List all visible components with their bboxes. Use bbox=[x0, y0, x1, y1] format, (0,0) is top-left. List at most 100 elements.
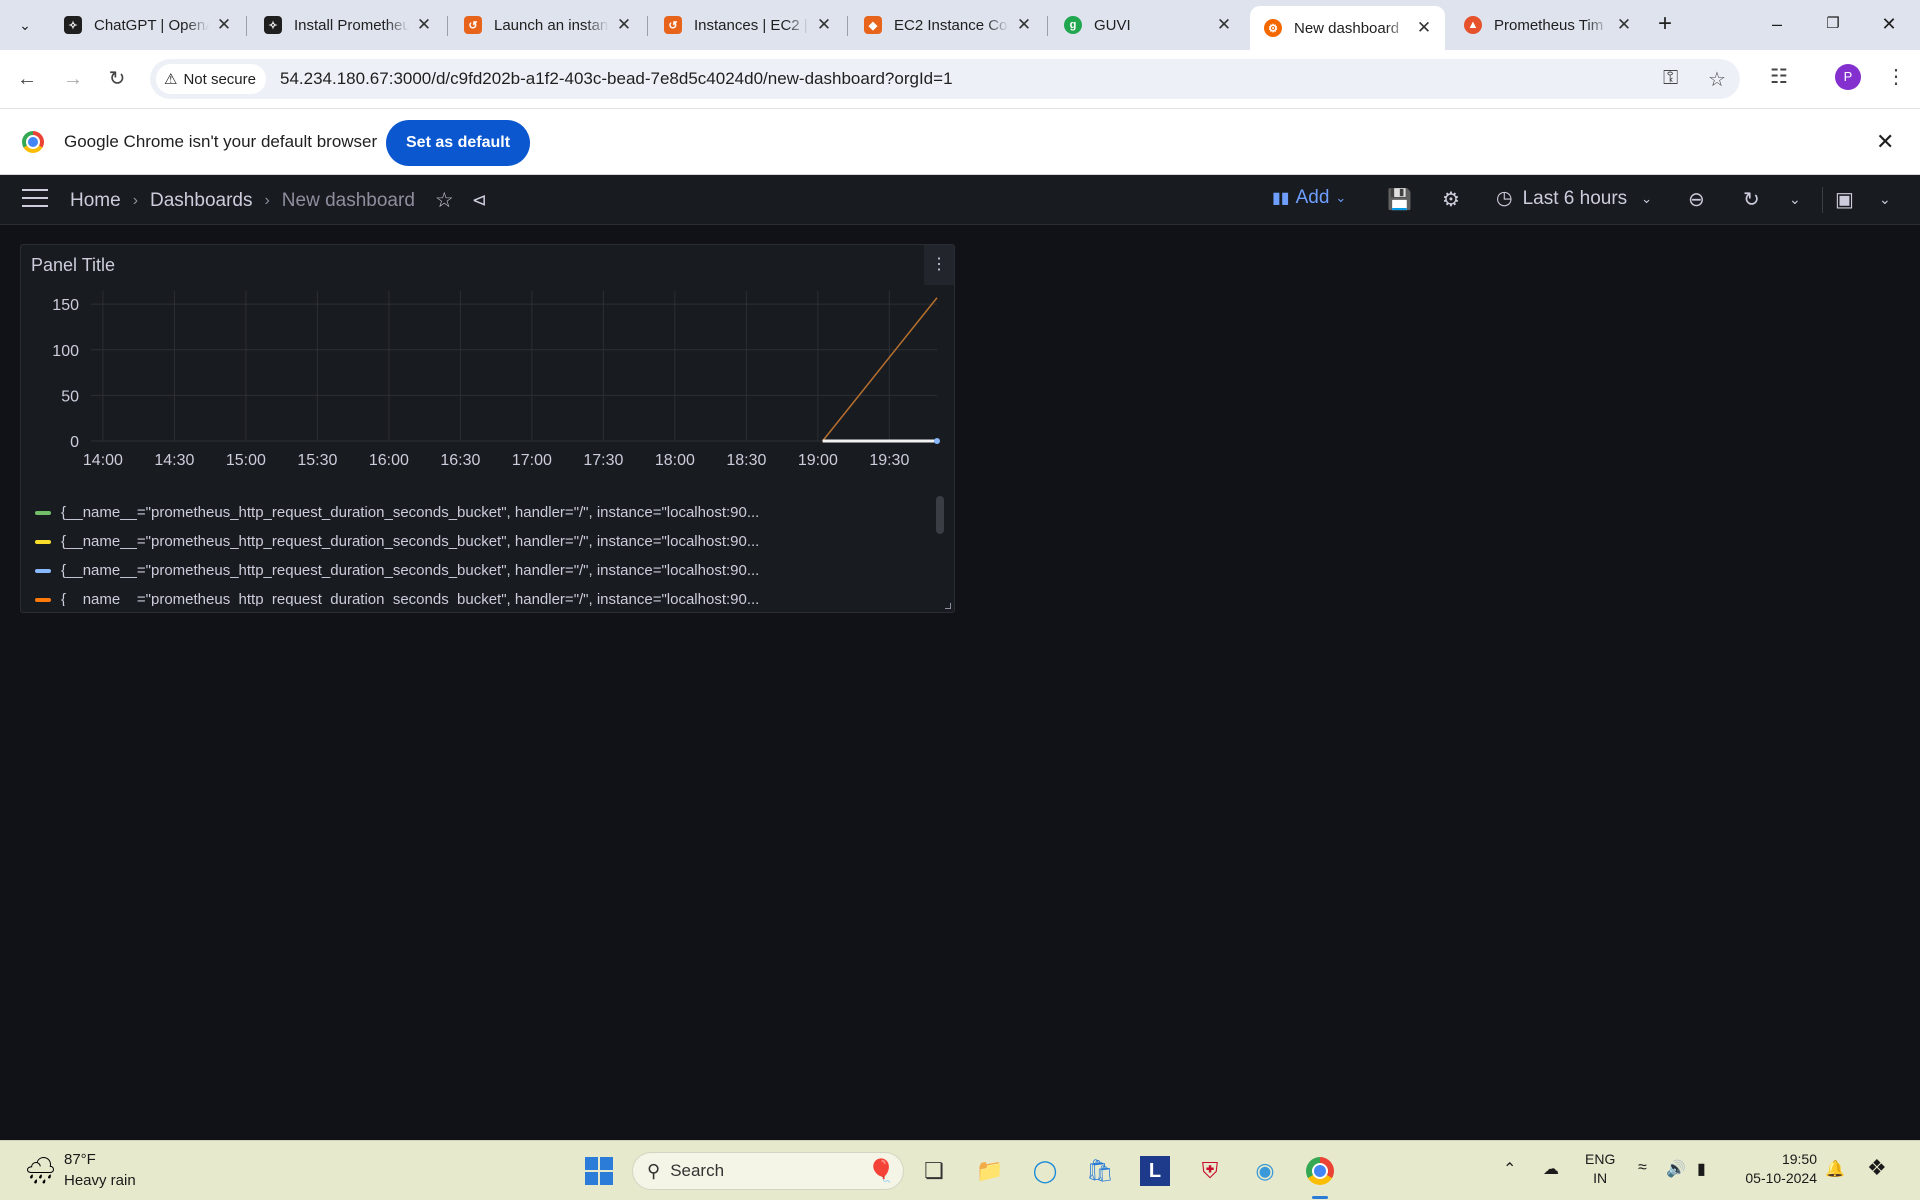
mcafee-shield-icon[interactable]: ⛨ bbox=[1193, 1154, 1227, 1188]
app-globe-icon[interactable]: ◉ bbox=[1248, 1154, 1282, 1188]
reload-icon[interactable]: ↻ bbox=[102, 64, 132, 94]
battery-icon[interactable]: ▮ bbox=[1697, 1159, 1706, 1179]
legend-scrollbar[interactable] bbox=[936, 496, 944, 534]
onedrive-cloud-icon[interactable]: ☁ bbox=[1543, 1159, 1559, 1179]
favorite-star-icon[interactable]: ☆ bbox=[435, 188, 454, 213]
settings-gear-icon[interactable]: ⚙ bbox=[1442, 187, 1460, 212]
chrome-logo-icon bbox=[22, 131, 44, 153]
browser-menu-kebab-icon[interactable]: ⋮ bbox=[1886, 64, 1906, 89]
clock-date: 05-10-2024 bbox=[1745, 1170, 1817, 1186]
extensions-puzzle-icon[interactable]: ☷ bbox=[1770, 64, 1788, 89]
save-dashboard-icon[interactable]: 💾 bbox=[1387, 187, 1412, 212]
url-text[interactable]: 54.234.180.67:3000/d/c9fd202b-a1f2-403c-… bbox=[280, 69, 953, 89]
y-tick-label: 150 bbox=[52, 297, 79, 314]
tab-close-icon[interactable]: ✕ bbox=[615, 15, 633, 35]
l-app-icon[interactable]: L bbox=[1138, 1154, 1172, 1188]
tab-close-icon[interactable]: ✕ bbox=[1615, 15, 1633, 35]
browser-tab[interactable]: ▲ Prometheus Tim ✕ bbox=[1450, 6, 1645, 44]
restore-icon[interactable]: ❐ bbox=[1810, 8, 1856, 40]
x-tick-label: 15:30 bbox=[297, 452, 337, 469]
tab-close-icon[interactable]: ✕ bbox=[815, 15, 833, 35]
forward-arrow-icon[interactable]: → bbox=[58, 64, 88, 94]
file-explorer-icon[interactable]: 📁 bbox=[973, 1154, 1007, 1188]
weather-condition[interactable]: Heavy rain bbox=[64, 1172, 136, 1189]
bookmark-star-icon[interactable]: ☆ bbox=[1708, 67, 1726, 92]
refresh-icon[interactable]: ↻ bbox=[1743, 187, 1760, 212]
copilot-icon[interactable]: ❖ bbox=[1867, 1155, 1887, 1181]
legend-item[interactable]: {__name__="prometheus_http_request_durat… bbox=[35, 585, 930, 606]
zoom-out-icon[interactable]: ⊖ bbox=[1688, 187, 1705, 212]
back-arrow-icon[interactable]: ← bbox=[12, 64, 42, 94]
tab-close-icon[interactable]: ✕ bbox=[1215, 15, 1233, 35]
legend-label: {__name__="prometheus_http_request_durat… bbox=[61, 591, 760, 606]
menu-hamburger-icon[interactable] bbox=[22, 189, 48, 209]
new-tab-plus-icon[interactable]: + bbox=[1651, 11, 1679, 39]
legend-item[interactable]: {__name__="prometheus_http_request_durat… bbox=[35, 498, 930, 527]
windows-start-icon[interactable] bbox=[582, 1154, 616, 1188]
language-code: ENG bbox=[1585, 1151, 1616, 1167]
aws-box-icon: ◆ bbox=[864, 16, 882, 34]
browser-tab[interactable]: ↺ Instances | EC2 | ✕ bbox=[650, 6, 845, 44]
profile-avatar[interactable]: P bbox=[1835, 64, 1861, 90]
weather-temperature[interactable]: 87°F bbox=[64, 1151, 96, 1168]
window-close-icon[interactable]: ✕ bbox=[1866, 8, 1912, 40]
site-security-chip[interactable]: ⚠ Not secure bbox=[156, 64, 266, 94]
refresh-interval-chevron-icon[interactable]: ⌄ bbox=[1789, 191, 1801, 208]
view-mode-chevron-icon[interactable]: ⌄ bbox=[1879, 191, 1891, 208]
chevron-down-icon: ⌄ bbox=[1641, 190, 1653, 206]
browser-tab[interactable]: g GUVI ✕ bbox=[1050, 6, 1245, 44]
taskbar-search-box[interactable]: ⚲ Search 🎈 bbox=[632, 1152, 904, 1190]
add-button[interactable]: ▮▮ Add ⌄ bbox=[1272, 187, 1346, 209]
clock-time: 19:50 bbox=[1781, 1151, 1817, 1167]
x-tick-label: 18:00 bbox=[655, 452, 695, 469]
infobar-close-icon[interactable]: ✕ bbox=[1876, 129, 1894, 155]
time-series-panel[interactable]: Panel Title ⋮ 14:00 14:30 15:00 15:30 16:00 1… bbox=[20, 244, 955, 613]
address-bar[interactable]: ⚠ Not secure 54.234.180.67:3000/d/c9fd20… bbox=[150, 59, 1740, 99]
language-indicator[interactable]: ENG IN bbox=[1585, 1150, 1615, 1188]
set-as-default-button[interactable]: Set as default bbox=[386, 120, 531, 166]
browser-tab-active[interactable]: ⚙ New dashboard ✕ bbox=[1250, 6, 1445, 50]
tab-search-chevron-icon[interactable]: ⌄ bbox=[10, 11, 40, 39]
show-hidden-icons-chevron-icon[interactable]: ⌃ bbox=[1503, 1159, 1516, 1179]
browser-tab[interactable]: ◆ EC2 Instance Con ✕ bbox=[850, 6, 1045, 44]
tab-close-icon[interactable]: ✕ bbox=[215, 15, 233, 35]
series-line bbox=[822, 297, 938, 442]
microsoft-store-icon[interactable]: 🛍 bbox=[1083, 1154, 1117, 1188]
tab-close-icon[interactable]: ✕ bbox=[415, 15, 433, 35]
tv-mode-icon[interactable]: ▣ bbox=[1835, 187, 1854, 212]
browser-tab[interactable]: ✧ ChatGPT | OpenAI ✕ bbox=[50, 6, 245, 44]
breadcrumb-dashboards[interactable]: Dashboards bbox=[150, 190, 252, 212]
tab-divider bbox=[847, 16, 848, 36]
legend-label: {__name__="prometheus_http_request_durat… bbox=[61, 533, 760, 550]
wifi-icon[interactable]: ≈ bbox=[1638, 1159, 1647, 1177]
browser-tab[interactable]: ↺ Launch an instance ✕ bbox=[450, 6, 645, 44]
tab-title: Launch an instance bbox=[494, 16, 609, 34]
share-icon[interactable]: ⊲ bbox=[472, 190, 487, 211]
volume-icon[interactable]: 🔊 bbox=[1666, 1159, 1686, 1179]
legend-item[interactable]: {__name__="prometheus_http_request_durat… bbox=[35, 556, 930, 585]
panel-menu-kebab-icon[interactable]: ⋮ bbox=[924, 245, 954, 285]
x-tick-label: 14:30 bbox=[154, 452, 194, 469]
panel-resize-handle[interactable] bbox=[945, 603, 951, 609]
edge-browser-icon[interactable]: ◯ bbox=[1028, 1154, 1062, 1188]
x-tick-label: 15:00 bbox=[226, 452, 266, 469]
tab-title: GUVI bbox=[1094, 16, 1131, 34]
system-clock[interactable]: 19:50 05-10-2024 bbox=[1737, 1150, 1817, 1188]
task-view-icon[interactable]: ❏ bbox=[917, 1154, 951, 1188]
breadcrumb-home[interactable]: Home bbox=[70, 190, 121, 212]
infobar-message: Google Chrome isn't your default browser bbox=[64, 132, 378, 151]
browser-tab[interactable]: ✧ Install Prometheus ✕ bbox=[250, 6, 445, 44]
tab-close-icon[interactable]: ✕ bbox=[1015, 15, 1033, 35]
notification-bell-icon[interactable]: 🔔 bbox=[1825, 1159, 1845, 1179]
legend-item[interactable]: {__name__="prometheus_http_request_durat… bbox=[35, 527, 930, 556]
clock-icon: ◷ bbox=[1496, 188, 1513, 209]
search-highlight-balloons-icon: 🎈 bbox=[867, 1158, 895, 1183]
tab-close-icon[interactable]: ✕ bbox=[1415, 18, 1433, 38]
security-label: Not secure bbox=[183, 70, 256, 88]
password-key-icon[interactable]: ⚿ bbox=[1663, 67, 1678, 90]
minimize-icon[interactable]: – bbox=[1754, 8, 1800, 40]
time-range-picker[interactable]: ◷ Last 6 hours ⌄ bbox=[1496, 187, 1652, 210]
chrome-taskbar-icon[interactable] bbox=[1303, 1154, 1337, 1188]
weather-rain-cloud-icon[interactable]: 🌧 bbox=[24, 1155, 57, 1186]
time-series-chart[interactable]: 14:00 14:30 15:00 15:30 16:00 16:30 17:00 17:30… bbox=[21, 285, 956, 498]
